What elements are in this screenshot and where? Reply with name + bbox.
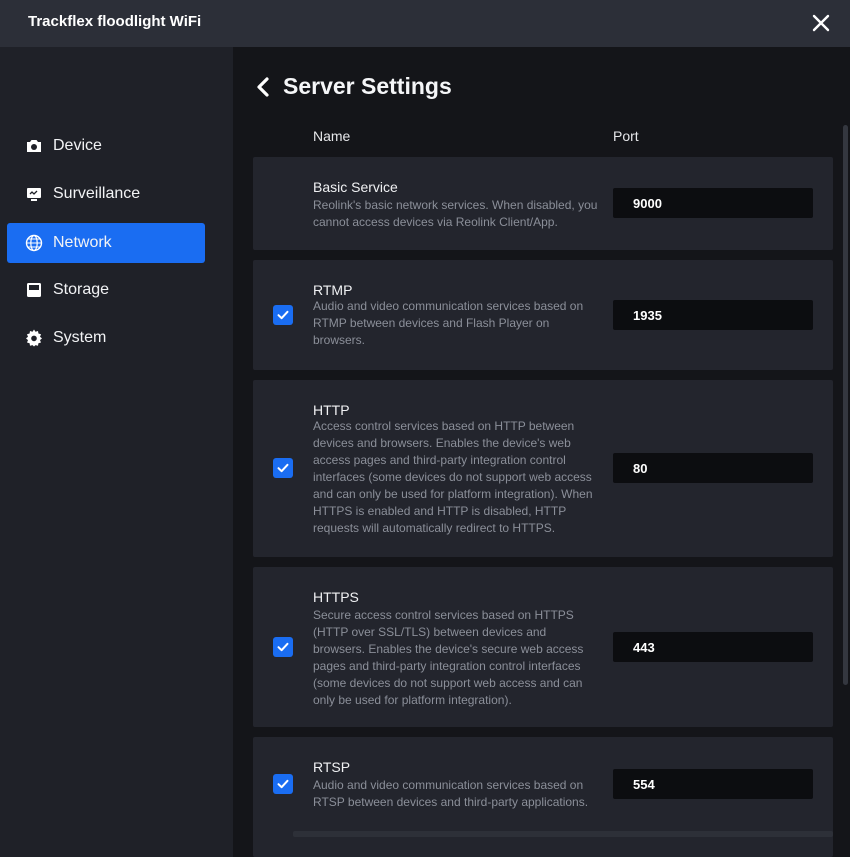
port-input-basic[interactable]	[613, 188, 813, 218]
rtsp-checkbox[interactable]	[273, 774, 293, 794]
chevron-left-icon	[257, 76, 269, 97]
service-name: HTTPS	[313, 589, 359, 605]
service-description: Reolink's basic network services. When d…	[313, 198, 598, 229]
camera-icon	[25, 137, 43, 155]
back-button[interactable]	[255, 74, 273, 100]
gear-icon	[25, 329, 43, 347]
service-description: Audio and video communication services b…	[313, 299, 584, 347]
app-window: Trackflex floodlight WiFi Device Surveil…	[0, 0, 850, 857]
sidebar-item-device[interactable]: Device	[7, 126, 205, 166]
column-header-port: Port	[613, 128, 639, 144]
http-checkbox[interactable]	[273, 458, 293, 478]
service-row-rtsp: RTSP Audio and video communication servi…	[253, 737, 833, 857]
advanced-settings-bar	[293, 831, 833, 837]
service-name: RTSP	[313, 759, 351, 775]
sidebar-item-label: Surveillance	[53, 185, 141, 202]
close-button[interactable]	[810, 12, 832, 34]
monitor-icon	[25, 185, 43, 203]
globe-icon	[25, 234, 43, 252]
port-input-http[interactable]	[613, 453, 813, 483]
sidebar-item-surveillance[interactable]: Surveillance	[7, 174, 205, 214]
sidebar-item-storage[interactable]: Storage	[7, 270, 205, 310]
service-name: HTTP	[313, 402, 350, 418]
title-bar: Trackflex floodlight WiFi	[0, 0, 850, 47]
page-header: Server Settings	[255, 73, 452, 100]
page-title: Server Settings	[283, 73, 452, 99]
service-row-http: HTTP Access control services based on HT…	[253, 380, 833, 557]
service-row-rtmp: RTMP Audio and video communication servi…	[253, 260, 833, 370]
column-header-name: Name	[313, 128, 351, 144]
checkmark-icon	[277, 310, 289, 320]
rtmp-checkbox[interactable]	[273, 305, 293, 325]
sidebar-item-label: Storage	[53, 281, 110, 298]
service-description: Access control services based on HTTP be…	[313, 419, 593, 535]
service-description: Audio and video communication services b…	[313, 778, 589, 809]
service-row-basic: Basic Service Reolink's basic network se…	[253, 157, 833, 250]
service-name: Basic Service	[313, 179, 398, 195]
sidebar-item-label: System	[53, 329, 107, 346]
port-input-rtsp[interactable]	[613, 769, 813, 799]
window-title: Trackflex floodlight WiFi	[28, 13, 202, 30]
sidebar-item-network[interactable]: Network	[7, 223, 205, 263]
port-input-https[interactable]	[613, 632, 813, 662]
sidebar: Device Surveillance Network Storage Syst…	[0, 47, 233, 857]
scrollbar[interactable]	[843, 125, 848, 685]
storage-icon	[25, 281, 43, 299]
checkmark-icon	[277, 463, 289, 473]
sidebar-item-system[interactable]: System	[7, 318, 205, 358]
sidebar-item-label: Network	[53, 234, 112, 251]
checkmark-icon	[277, 642, 289, 652]
main-panel: Server Settings Name Port Basic Service …	[233, 47, 850, 857]
port-input-rtmp[interactable]	[613, 300, 813, 330]
service-name: RTMP	[313, 282, 353, 298]
service-description: Secure access control services based on …	[313, 608, 584, 707]
service-row-https: HTTPS Secure access control services bas…	[253, 567, 833, 727]
checkmark-icon	[277, 779, 289, 789]
sidebar-item-label: Device	[53, 137, 102, 154]
close-icon	[812, 14, 830, 32]
https-checkbox[interactable]	[273, 637, 293, 657]
